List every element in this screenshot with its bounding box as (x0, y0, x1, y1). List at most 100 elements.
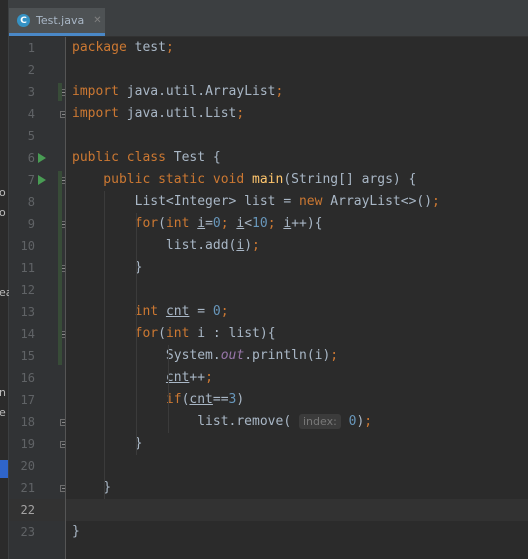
code-token: package (72, 40, 135, 55)
code-text: if(cnt==3) (72, 389, 244, 411)
line-number: 22 (20, 503, 35, 517)
indent-guide (168, 345, 169, 433)
code-line[interactable]: package test; (66, 37, 528, 59)
code-token: cnt (165, 370, 190, 385)
line-number: 23 (20, 525, 35, 539)
code-token: i : list){ (197, 326, 276, 341)
code-line[interactable] (66, 499, 528, 521)
code-text: for(int i : list){ (72, 323, 276, 345)
code-token: test (134, 40, 166, 55)
gutter-row: 21 (9, 477, 67, 499)
code-token: public class (72, 150, 174, 165)
code-token: 0 (212, 216, 221, 231)
code-text: } (72, 433, 143, 455)
line-number: 17 (20, 393, 35, 407)
code-text: package test; (72, 37, 174, 59)
line-number: 18 (20, 415, 35, 429)
line-number: 6 (27, 151, 35, 165)
code-line[interactable]: import java.util.List; (66, 103, 528, 125)
code-text: for(int i=0; i<10; i++){ (72, 213, 323, 235)
gutter-row: 8 (9, 191, 65, 213)
code-token: ; (165, 40, 174, 55)
gutter-row: 7 (9, 169, 67, 191)
close-icon[interactable]: ✕ (93, 15, 101, 26)
code-text: public static void main(String[] args) { (72, 169, 416, 191)
code-token: = (189, 304, 213, 319)
run-icon[interactable] (38, 175, 46, 185)
code-token: = (205, 216, 213, 231)
line-number: 4 (27, 107, 35, 121)
code-token: int (134, 304, 166, 319)
code-token: ( (158, 326, 166, 341)
code-text: import java.util.List; (72, 103, 244, 125)
java-class-icon: C (17, 14, 30, 27)
tab-title: Test.java (36, 14, 85, 27)
code-token: ++){ (291, 216, 323, 231)
code-text: } (72, 521, 80, 543)
gutter-row: 16 (9, 367, 65, 389)
code-token: public static void (72, 172, 253, 187)
parameter-hint: index: (298, 414, 341, 429)
code-line[interactable]: import java.util.ArrayList; (66, 81, 528, 103)
code-line[interactable]: } (66, 477, 528, 499)
project-panel-edge: o o ea n e (0, 0, 13, 559)
code-token: out (220, 348, 245, 363)
code-text: import java.util.ArrayList; (72, 81, 283, 103)
code-token: import (72, 106, 127, 121)
code-token: int (165, 326, 198, 341)
code-token: } (72, 524, 80, 539)
code-token: ; (432, 194, 440, 209)
code-line[interactable]: } (66, 521, 528, 543)
gutter-row: 17 (9, 389, 65, 411)
code-token: ArrayList<>() (330, 194, 433, 209)
tab-test-java[interactable]: C Test.java ✕ (9, 8, 105, 36)
vcs-change-marker[interactable] (58, 83, 62, 101)
code-token: import (72, 84, 127, 99)
code-token: ++ (189, 370, 206, 385)
line-number: 19 (20, 437, 35, 451)
gutter-row: 18 (9, 411, 67, 433)
code-line[interactable]: List<Integer> list = new ArrayList<>(); (66, 191, 528, 213)
code-text: } (72, 477, 111, 499)
gutter-row: 13 (9, 301, 65, 323)
gutter-row: 22 (9, 499, 65, 521)
line-number: 2 (27, 63, 35, 77)
vcs-change-marker[interactable] (58, 171, 62, 365)
code-token: ) (244, 238, 253, 253)
code-line[interactable]: public class Test { (66, 147, 528, 169)
gutter-row: 2 (9, 59, 65, 81)
line-number: 16 (20, 371, 35, 385)
code-line[interactable] (66, 59, 528, 81)
line-number: 3 (27, 85, 35, 99)
code-line[interactable] (66, 455, 528, 477)
code-text: list.add(i); (72, 235, 260, 257)
line-number-gutter[interactable]: 1 2 3 4 5 6 7 8 9 10 11 12 13 14 15 16 17 18 19 20 21 22 23 (9, 37, 67, 559)
code-token: ; (220, 216, 237, 231)
code-line[interactable]: public static void main(String[] args) { (66, 169, 528, 191)
code-token: .println(i) (244, 348, 331, 363)
project-tree-selection[interactable] (0, 460, 8, 478)
panel-text-fragment: n (0, 386, 6, 399)
code-text: System.out.println(i); (72, 345, 338, 367)
line-number: 1 (27, 41, 35, 55)
code-line[interactable] (66, 125, 528, 147)
code-token: < (244, 216, 253, 231)
code-token: java.util.List (126, 106, 237, 121)
code-token: 0 (212, 304, 221, 319)
code-token: new (298, 194, 331, 209)
gutter-row: 1 (9, 37, 65, 59)
code-token: main (252, 172, 284, 187)
code-token: ; (252, 238, 260, 253)
gutter-row: 19 (9, 433, 67, 455)
code-editor[interactable]: package test; import java.util.ArrayList;… (65, 37, 528, 559)
code-token: list.remove( (72, 414, 299, 429)
code-token: ; (267, 216, 284, 231)
run-icon[interactable] (38, 153, 46, 163)
code-token: (String[] args) { (283, 172, 417, 187)
code-token: ; (330, 348, 339, 363)
code-token: ( (158, 216, 166, 231)
code-token: } (72, 480, 112, 495)
line-number: 15 (20, 349, 35, 363)
line-number: 7 (27, 173, 35, 187)
